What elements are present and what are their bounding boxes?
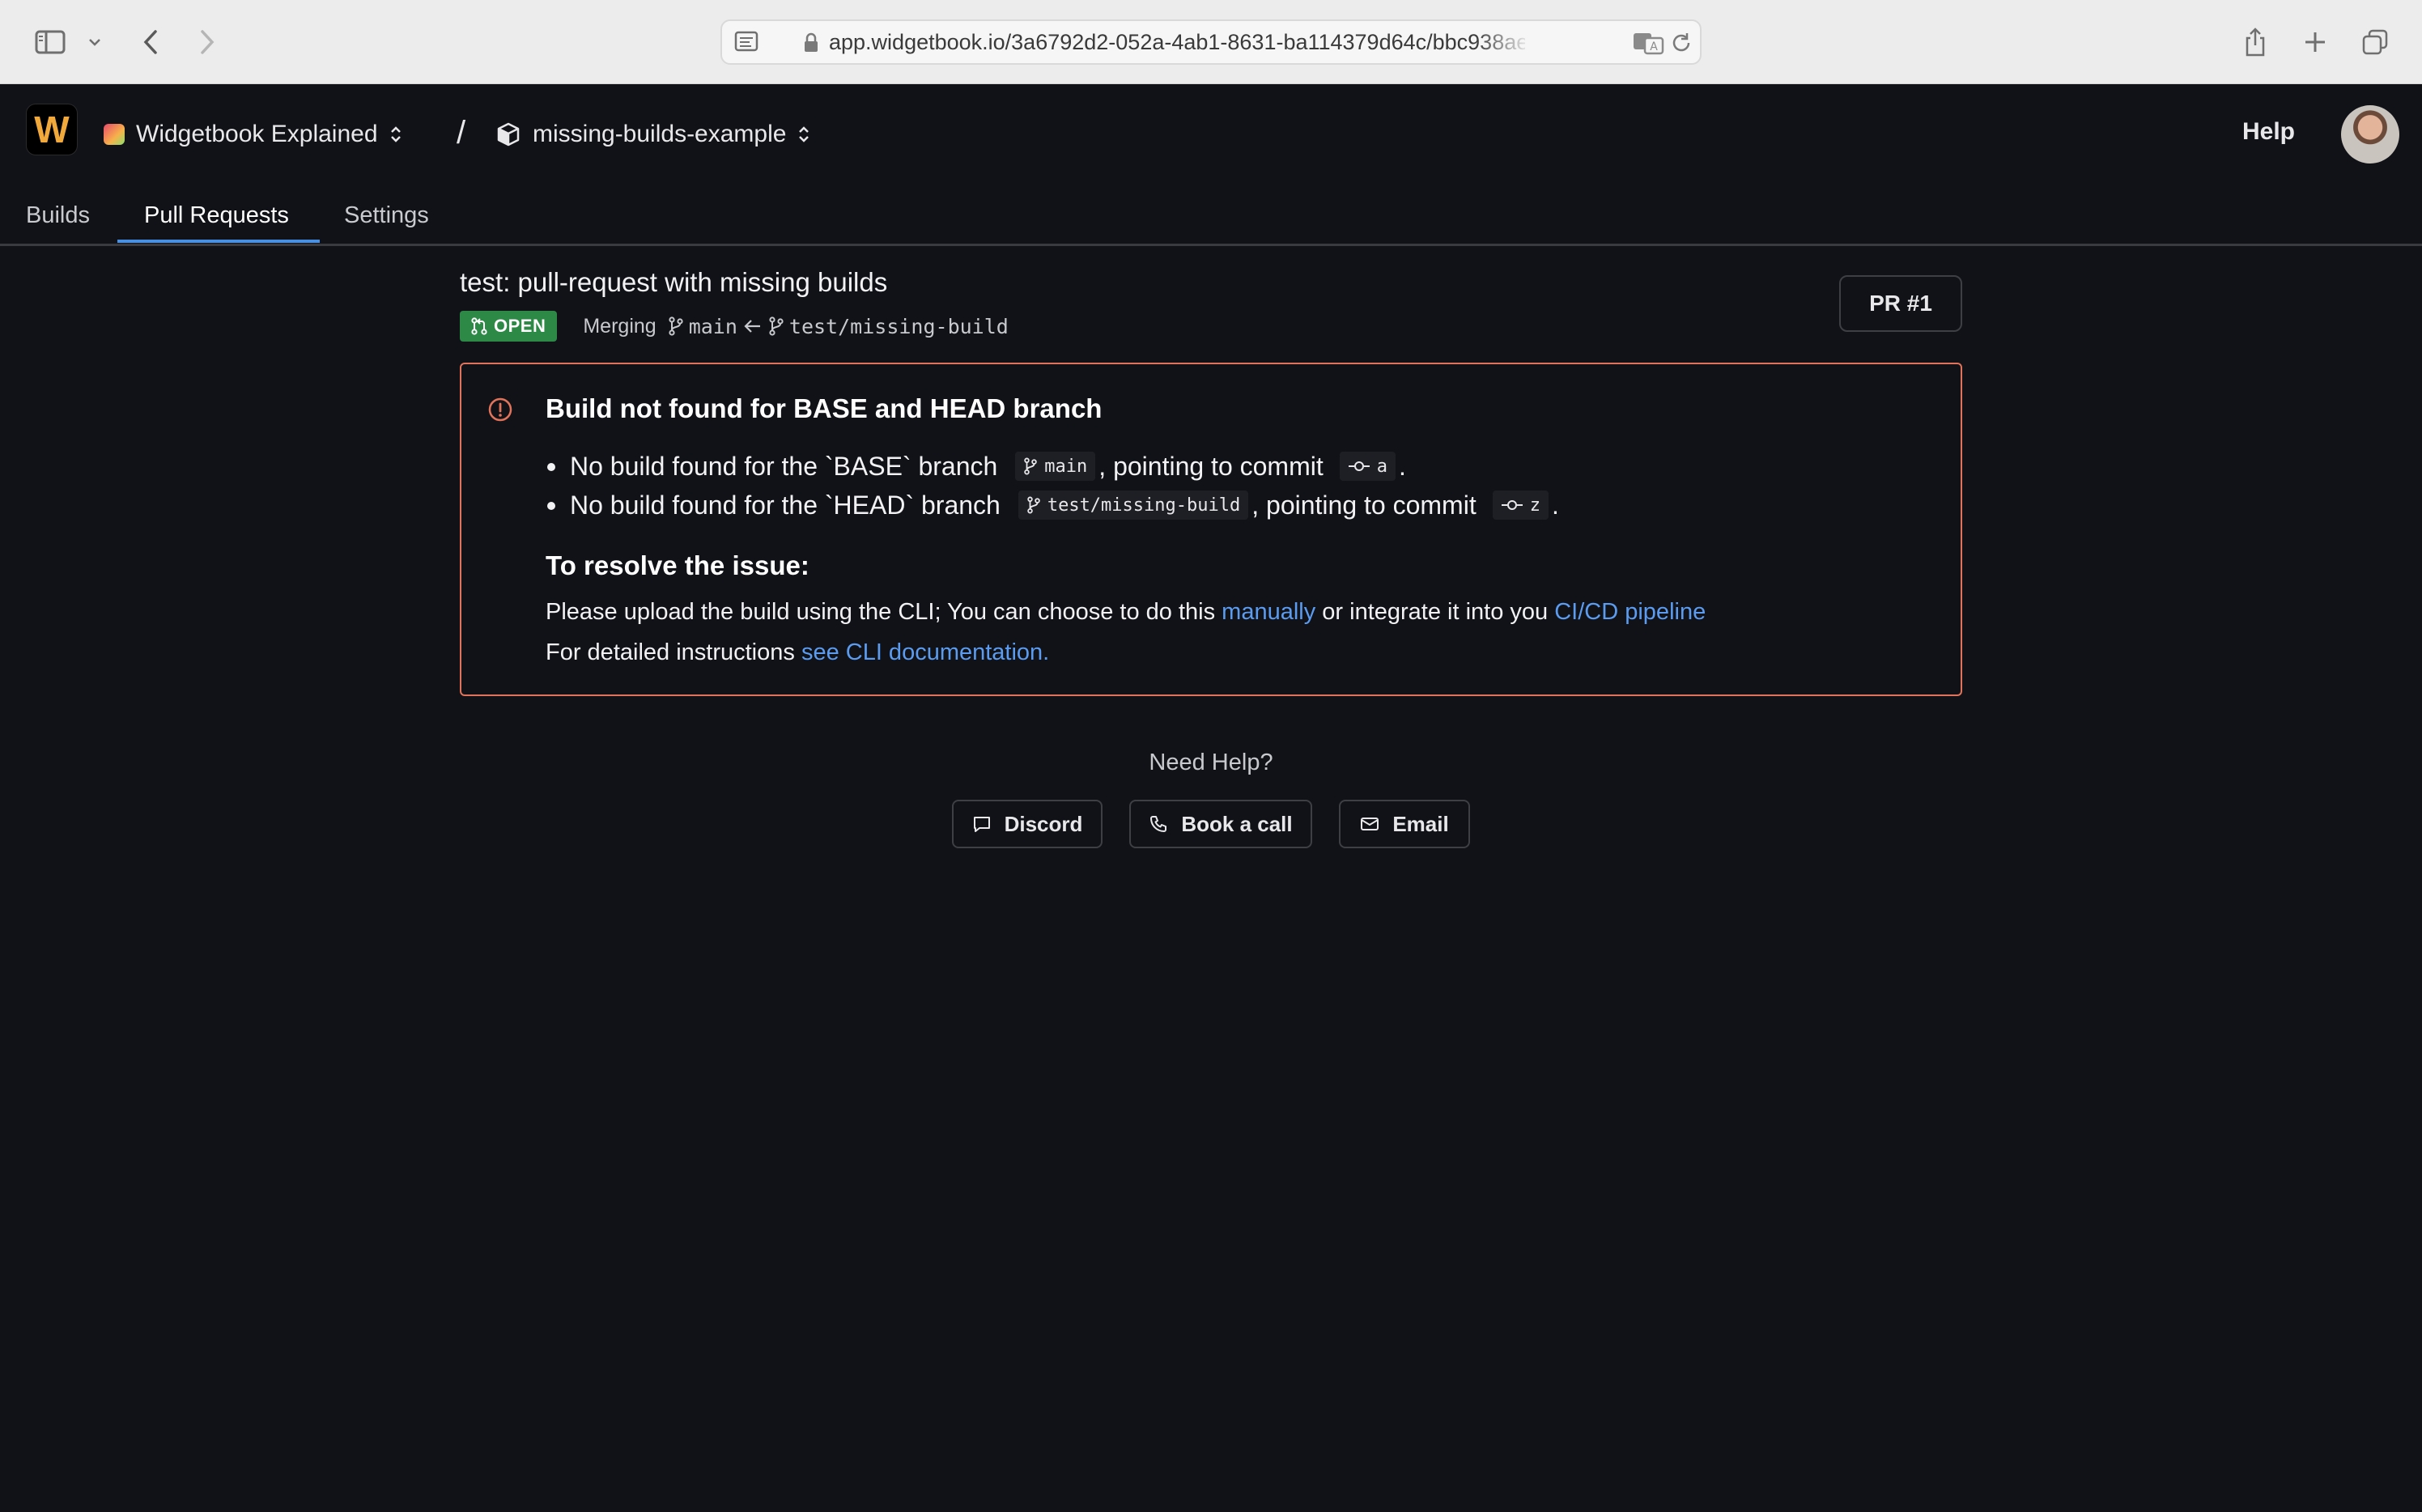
reload-icon[interactable] [1669, 31, 1693, 55]
item-text: , pointing to commit [1251, 490, 1477, 520]
chevron-up-down-icon [389, 125, 402, 144]
org-avatar-icon [104, 124, 125, 145]
resolve-text-part: or integrate it into you [1315, 599, 1555, 625]
book-call-button[interactable]: Book a call [1129, 800, 1312, 848]
sidebar-toggle-icon[interactable] [31, 21, 70, 63]
git-commit-icon [1501, 500, 1523, 510]
commit-chip: z [1492, 491, 1549, 520]
help-link[interactable]: Help [2242, 118, 2295, 146]
chevron-down-icon[interactable] [84, 21, 105, 63]
alert-title: Build not found for BASE and HEAD branch [546, 393, 1103, 423]
need-help-heading: Need Help? [1149, 750, 1273, 775]
org-name: Widgetbook Explained [136, 121, 378, 147]
resolve-text: Please upload the build using the CLI; Y… [546, 599, 1706, 626]
pr-meta: OPEN Merging main test/missing-build [460, 311, 1009, 342]
widgetbook-logo[interactable]: W [26, 104, 78, 155]
instructions-text-part: For detailed instructions [546, 639, 801, 665]
head-branch: test/missing-build [788, 314, 1009, 338]
status-label: OPEN [494, 316, 546, 336]
manual-upload-link[interactable]: manually [1222, 599, 1315, 625]
merge-info: Merging main test/missing-build [583, 315, 1008, 338]
project-name: missing-builds-example [533, 121, 787, 147]
item-text: , pointing to commit [1098, 451, 1324, 481]
back-icon[interactable] [134, 21, 167, 63]
commit-hash: a [1376, 456, 1387, 477]
commit-chip: a [1339, 452, 1396, 481]
resolve-heading: To resolve the issue: [546, 550, 809, 580]
new-tab-icon[interactable] [2299, 21, 2331, 63]
missing-build-alert: Build not found for BASE and HEAD branch… [460, 363, 1962, 696]
chat-bubble-icon [972, 814, 992, 834]
git-branch-icon [1024, 457, 1038, 475]
branch-chip: test/missing-build [1018, 491, 1249, 520]
list-item: No build found for the `HEAD` branch tes… [546, 486, 1559, 525]
browser-toolbar: app.widgetbook.io/3a6792d2-052a-4ab1-863… [0, 0, 2422, 84]
commit-hash: z [1529, 495, 1540, 516]
missing-build-list: No build found for the `BASE` branch mai… [546, 447, 1559, 525]
button-label: Discord [1004, 811, 1083, 836]
arrow-left-icon [742, 317, 763, 335]
share-icon[interactable] [2239, 21, 2271, 63]
project-selector[interactable]: missing-builds-example [495, 112, 810, 157]
resolve-text-part: Please upload the build using the CLI; Y… [546, 599, 1222, 625]
pr-number-button[interactable]: PR #1 [1839, 275, 1962, 332]
svg-text:A: A [1650, 40, 1658, 53]
lock-icon [803, 32, 819, 53]
package-icon [495, 121, 521, 147]
cicd-pipeline-link[interactable]: CI/CD pipeline [1554, 599, 1706, 625]
pr-title: test: pull-request with missing builds [460, 267, 888, 297]
email-button[interactable]: Email [1339, 800, 1470, 848]
translate-icon[interactable]: A [1632, 31, 1664, 55]
tab-bar: Builds Pull Requests Settings [0, 193, 2422, 246]
address-bar[interactable]: app.widgetbook.io/3a6792d2-052a-4ab1-863… [720, 19, 1702, 65]
user-avatar[interactable] [2341, 105, 2399, 164]
branch-name: test/missing-build [1047, 495, 1241, 516]
base-branch: main [688, 314, 737, 338]
button-label: Email [1392, 811, 1449, 836]
cli-documentation-link[interactable]: see CLI documentation. [801, 639, 1049, 665]
git-branch-icon [768, 316, 784, 336]
status-badge: OPEN [460, 311, 558, 342]
tab-overview-icon[interactable] [2359, 21, 2391, 63]
list-item: No build found for the `BASE` branch mai… [546, 447, 1559, 486]
git-branch-icon [668, 316, 684, 336]
discord-button[interactable]: Discord [952, 800, 1103, 848]
alert-circle-icon [487, 397, 513, 423]
breadcrumb-separator: / [457, 115, 466, 151]
tab-pull-requests[interactable]: Pull Requests [144, 193, 289, 246]
item-text: . [1551, 490, 1559, 520]
merging-label: Merging [583, 314, 656, 338]
tab-settings[interactable]: Settings [344, 193, 429, 246]
item-text: No build found for the `BASE` branch [570, 451, 998, 481]
branch-chip: main [1015, 452, 1096, 481]
button-label: Book a call [1181, 811, 1293, 836]
active-tab-indicator [117, 240, 320, 243]
mail-icon [1360, 814, 1379, 834]
item-text: . [1398, 451, 1406, 481]
organization-selector[interactable]: Widgetbook Explained [104, 112, 402, 157]
chevron-up-down-icon [797, 125, 810, 144]
url-text: app.widgetbook.io/3a6792d2-052a-4ab1-863… [829, 30, 1525, 54]
tab-builds[interactable]: Builds [26, 193, 90, 246]
forward-icon[interactable] [191, 21, 223, 63]
logo-letter: W [34, 108, 70, 151]
phone-icon [1149, 814, 1168, 834]
pull-request-icon [471, 317, 487, 335]
git-commit-icon [1348, 461, 1370, 471]
git-branch-icon [1027, 496, 1040, 514]
reader-icon[interactable] [733, 29, 761, 55]
branch-name: main [1044, 456, 1088, 477]
instructions-text: For detailed instructions see CLI docume… [546, 639, 1049, 666]
item-text: No build found for the `HEAD` branch [570, 490, 1001, 520]
